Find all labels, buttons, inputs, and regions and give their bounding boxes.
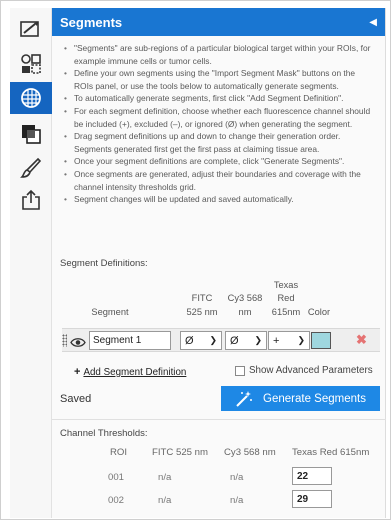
export-icon	[22, 189, 40, 210]
threshold-header-cy3: Cy3 568 nm	[224, 447, 276, 458]
fitc-channel-select[interactable]: Ø ❯	[180, 331, 222, 350]
add-segment-definition-link[interactable]: + Add Segment Definition	[74, 366, 186, 378]
instruction-item: Define your own segments using the "Impo…	[62, 67, 375, 92]
threshold-cy3-001: n/a	[230, 472, 244, 483]
layers-icon	[22, 125, 41, 144]
threshold-header-texas: Texas Red 615nm	[292, 447, 370, 458]
section-divider	[52, 419, 386, 420]
add-segment-definition-label: Add Segment Definition	[83, 367, 187, 378]
collapse-panel-icon[interactable]: ◀	[369, 17, 377, 28]
color-header: Color	[307, 307, 331, 317]
instructions-list: "Segments" are sub-regions of a particul…	[62, 42, 375, 206]
cy3-channel-select[interactable]: Ø ❯	[225, 331, 267, 350]
instruction-item: Segment changes will be updated and save…	[62, 193, 375, 206]
export-tool[interactable]	[14, 184, 48, 216]
threshold-header-fitc: FITC 525 nm	[152, 447, 208, 458]
segment-definitions-label: Segment Definitions:	[60, 258, 148, 269]
show-advanced-parameters-toggle[interactable]: Show Advanced Parameters	[235, 365, 373, 376]
brush-icon	[20, 157, 42, 178]
texas-header-line2: Red	[277, 293, 295, 303]
channel-thresholds-label: Channel Thresholds:	[60, 428, 148, 439]
generate-segments-button[interactable]: Generate Segments	[221, 386, 380, 411]
advanced-checkbox[interactable]	[235, 365, 245, 376]
panel-title: Segments	[60, 14, 123, 30]
instructions: "Segments" are sub-regions of a particul…	[52, 36, 385, 276]
instruction-item: For each segment definition, choose whet…	[62, 105, 375, 130]
threshold-cy3-002: n/a	[230, 495, 244, 506]
drag-handle-icon[interactable]	[62, 334, 67, 347]
roi-tools-tool[interactable]	[14, 48, 48, 80]
instruction-item: Drag segment definitions up and down to …	[62, 130, 375, 155]
segment-name-input[interactable]	[89, 331, 171, 350]
segment-color-swatch[interactable]	[311, 332, 331, 349]
plus-icon: +	[74, 366, 81, 378]
cy3-header-line2: nm	[238, 307, 252, 317]
chevron-down-icon: ❯	[254, 335, 262, 345]
panel-header: Segments ◀	[52, 8, 385, 36]
texas-channel-value: +	[273, 334, 280, 347]
eye-icon[interactable]	[70, 335, 86, 353]
advanced-label: Show Advanced Parameters	[249, 365, 373, 376]
segments-panel: Segments ◀ "Segments" are sub-regions of…	[52, 8, 386, 518]
delete-segment-icon[interactable]: ✖	[356, 332, 367, 348]
cy3-header-line1: Cy3 568	[227, 293, 263, 303]
fitc-header-line1: FITC	[191, 293, 213, 303]
layers-tool[interactable]	[14, 118, 48, 150]
instruction-item: Once your segment definitions are comple…	[62, 155, 375, 168]
fitc-header-line2: 525 nm	[186, 307, 218, 317]
left-toolbar	[10, 8, 52, 518]
brush-tool[interactable]	[14, 152, 48, 184]
instruction-item: Once segments are generated, adjust thei…	[62, 168, 375, 193]
threshold-roi-002: 002	[108, 495, 125, 506]
cy3-channel-value: Ø	[230, 334, 239, 347]
threshold-header-roi: ROI	[110, 447, 128, 458]
texas-header-line3: 615nm	[271, 307, 301, 317]
threshold-fitc-002: n/a	[158, 495, 172, 506]
magic-wand-icon	[236, 390, 253, 407]
edit-shape-tool[interactable]	[14, 14, 48, 46]
texas-channel-select[interactable]: + ❯	[268, 331, 310, 350]
threshold-texas-input-002[interactable]	[292, 490, 332, 508]
threshold-texas-input-001[interactable]	[292, 467, 332, 485]
threshold-roi-001: 001	[108, 472, 125, 483]
fitc-channel-value: Ø	[185, 334, 194, 347]
threshold-fitc-001: n/a	[158, 472, 172, 483]
segments-tool[interactable]	[10, 82, 52, 114]
texas-header-line1: Texas	[273, 280, 299, 290]
roi-tools-icon	[21, 54, 41, 74]
segments-icon	[21, 88, 41, 108]
segment-definition-row[interactable]: Ø ❯ Ø ❯ + ❯ ✖	[62, 328, 380, 352]
instruction-item: To automatically generate segments, firs…	[62, 92, 375, 105]
edit-shape-icon	[20, 21, 39, 37]
instruction-item: "Segments" are sub-regions of a particul…	[62, 42, 375, 67]
chevron-down-icon: ❯	[209, 335, 217, 345]
saved-status: Saved	[60, 393, 92, 405]
chevron-down-icon: ❯	[297, 335, 305, 345]
generate-segments-label: Generate Segments	[263, 392, 366, 405]
segment-header: Segment	[91, 307, 129, 317]
